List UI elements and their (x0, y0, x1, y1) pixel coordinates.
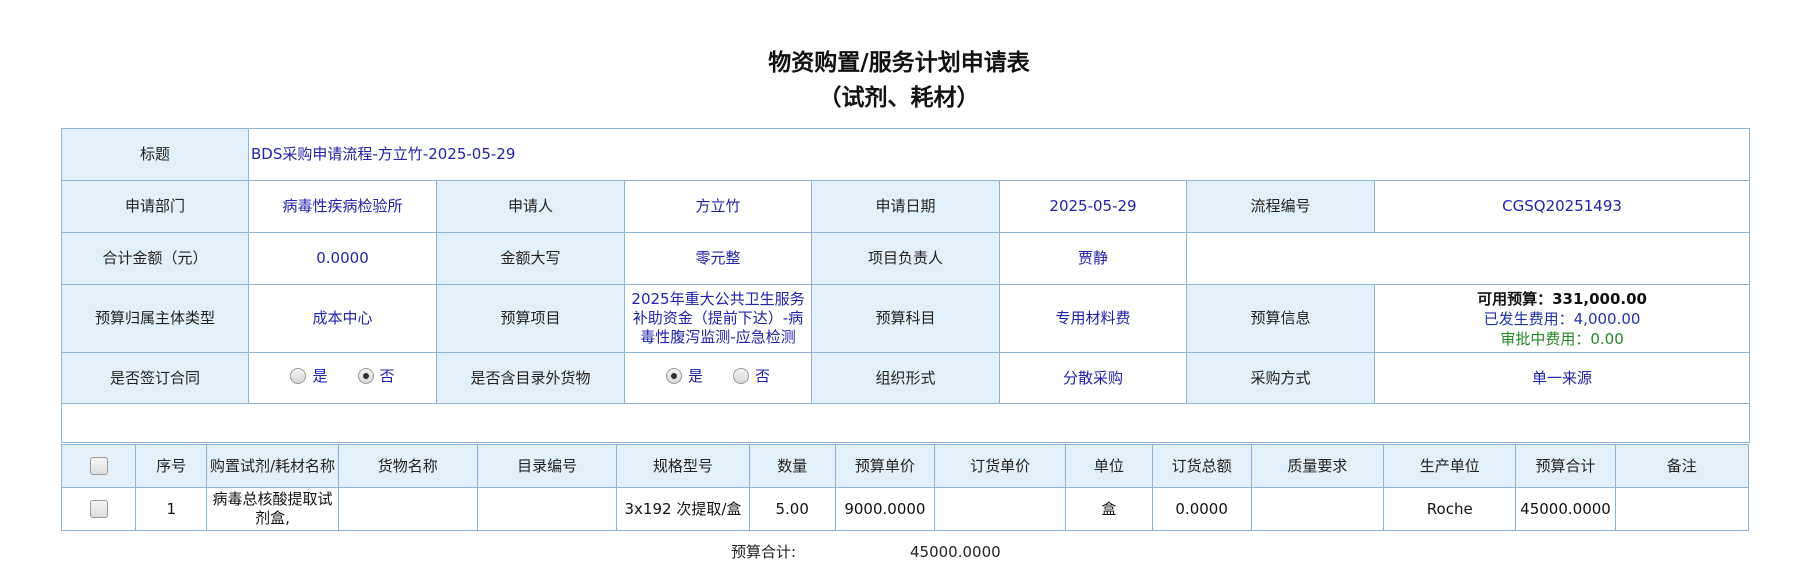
budget-item-label: 预算项目 (436, 284, 625, 353)
col-header: 订货总额 (1151, 444, 1252, 488)
amount-label: 合计金额（元） (61, 232, 249, 285)
col-header: 数量 (748, 444, 836, 488)
contract-label: 是否签订合同 (61, 352, 249, 404)
select-all-checkbox[interactable] (89, 457, 108, 475)
method-label: 采购方式 (1186, 352, 1375, 404)
col-header: 购置试剂/耗材名称 (206, 444, 339, 488)
col-header: 生产单位 (1383, 444, 1517, 488)
budget-item-value: 2025年重大公共卫生服务补助资金（提前下达）-病毒性腹泻监测-应急检测 (624, 284, 812, 353)
row-catalog-no (476, 487, 618, 531)
row-remark (1614, 487, 1750, 531)
contract-no-label: 否 (379, 366, 395, 385)
budget-spent: 已发生费用：4,000.00 (1483, 309, 1641, 328)
items-header-row: 序号 购置试剂/耗材名称 货物名称 目录编号 规格型号 数量 预算单价 订货单价… (60, 444, 1750, 488)
items-table: 序号 购置试剂/耗材名称 货物名称 目录编号 规格型号 数量 预算单价 订货单价… (60, 444, 1750, 531)
catalog-yes-radio[interactable] (665, 368, 682, 385)
budget-available: 可用预算：331,000.00 (1477, 289, 1647, 308)
form-title: 物资购置/服务计划申请表 (768, 50, 1030, 76)
dept-value: 病毒性疾病检验所 (248, 180, 437, 233)
row-checkbox[interactable] (89, 500, 108, 518)
col-header: 质量要求 (1250, 444, 1385, 488)
col-header: 单位 (1065, 444, 1153, 488)
row-spec: 3x192 次提取/盒 (616, 487, 750, 531)
col-header: 规格型号 (616, 444, 750, 488)
col-header: 货物名称 (337, 444, 478, 488)
org-value: 分散采购 (999, 352, 1187, 404)
applicant-value: 方立竹 (624, 180, 812, 233)
flow-value: CGSQ20251493 (1373, 180, 1751, 233)
col-header: 目录编号 (476, 444, 618, 488)
budget-subject-label: 预算科目 (811, 284, 1000, 353)
spacer-row (60, 403, 1751, 443)
row-goods (337, 487, 478, 531)
catalog-no-option[interactable]: 否 (733, 367, 770, 386)
col-header: 订货单价 (934, 444, 1067, 488)
contract-radio-group: 是 否 (248, 352, 437, 404)
row-select-cell (60, 487, 137, 531)
date-label: 申请日期 (811, 180, 1000, 233)
contract-no-option[interactable]: 否 (357, 366, 395, 386)
catalog-no-label: 否 (755, 366, 771, 385)
select-all-cell (60, 444, 137, 488)
catalog-no-radio[interactable] (733, 368, 749, 385)
contract-yes-label: 是 (312, 366, 328, 385)
col-header: 预算单价 (834, 444, 936, 488)
catalog-yes-option[interactable]: 是 (665, 366, 703, 386)
row-no: 1 (135, 487, 208, 531)
subject-value: BDS采购申请流程-方立竹-2025-05-29 (247, 128, 1751, 181)
contract-yes-radio[interactable] (290, 368, 307, 385)
date-value: 2025-05-29 (999, 180, 1187, 233)
subject-label: 标题 (61, 128, 249, 181)
catalog-yes-label: 是 (687, 366, 703, 385)
catalog-label: 是否含目录外货物 (436, 352, 625, 404)
leader-label: 项目负责人 (811, 232, 1000, 285)
row-budget-total: 45000.0000 (1515, 487, 1616, 531)
dept-label: 申请部门 (61, 180, 249, 233)
budget-info-value: 可用预算：331,000.00 已发生费用：4,000.00 审批中费用：0.0… (1373, 284, 1751, 353)
amount-upper-label: 金额大写 (436, 232, 625, 285)
row-order-price (934, 487, 1067, 531)
row-unit: 盒 (1065, 487, 1153, 531)
row-name: 病毒总核酸提取试剂盒, (206, 487, 339, 531)
col-header: 备注 (1614, 444, 1750, 488)
method-value: 单一来源 (1373, 352, 1751, 404)
budget-type-label: 预算归属主体类型 (61, 284, 249, 353)
table-row: 1 病毒总核酸提取试剂盒, 3x192 次提取/盒 5.00 9000.0000… (60, 487, 1750, 531)
budget-total-value: 45000.0000 (910, 543, 1001, 561)
budget-total-label: 预算合计: (731, 543, 797, 561)
col-header: 序号 (135, 444, 208, 488)
contract-yes-option[interactable]: 是 (290, 366, 328, 386)
row-quality (1250, 487, 1385, 531)
empty-cell (1185, 232, 1751, 285)
amount-value: 0.0000 (248, 232, 437, 285)
flow-label: 流程编号 (1186, 180, 1375, 233)
application-form: 标题 BDS采购申请流程-方立竹-2025-05-29 申请部门 病毒性疾病检验… (60, 128, 1751, 443)
row-budget-price: 9000.0000 (834, 487, 936, 531)
applicant-label: 申请人 (436, 180, 625, 233)
contract-no-radio[interactable] (357, 368, 374, 385)
form-subtitle: （试剂、耗材） (818, 85, 980, 111)
row-maker: Roche (1383, 487, 1517, 531)
org-label: 组织形式 (811, 352, 1000, 404)
budget-subject-value: 专用材料费 (999, 284, 1187, 353)
leader-value: 贾静 (999, 232, 1187, 285)
catalog-radio-group: 是 否 (624, 352, 812, 404)
budget-info-label: 预算信息 (1186, 284, 1375, 353)
row-order-total: 0.0000 (1151, 487, 1252, 531)
col-header: 预算合计 (1515, 444, 1616, 488)
budget-pending: 审批中费用：0.00 (1500, 329, 1624, 348)
row-qty: 5.00 (748, 487, 836, 531)
amount-upper-value: 零元整 (624, 232, 812, 285)
budget-type-value: 成本中心 (248, 284, 437, 353)
